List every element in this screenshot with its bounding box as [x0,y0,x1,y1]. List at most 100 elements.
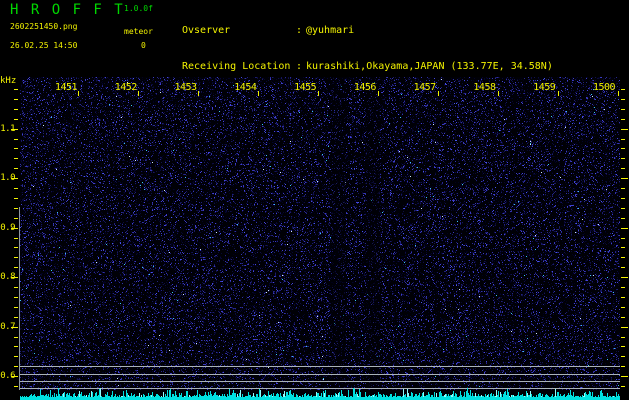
axis-tick-mark [14,356,18,357]
app-title: H R O F F T [10,2,125,18]
axis-tick-mark [621,89,625,90]
axis-tick-mark [14,386,18,387]
axis-tick-mark [621,178,628,179]
axis-tick-mark [11,178,18,179]
axis-tick-mark [621,188,625,189]
axis-tick-mark [14,139,18,140]
info-separator: : [296,61,303,72]
info-separator: : [296,25,303,36]
axis-tick-mark [14,307,18,308]
axis-tick-mark [198,91,199,96]
observation-datetime: 26.02.25 14:50 [10,41,78,50]
axis-tick-mark [14,247,18,248]
axis-tick-mark [621,346,625,347]
axis-tick-mark [14,238,18,239]
axis-tick-mark [14,109,18,110]
axis-tick-mark [78,91,79,96]
x-tick-label: 1456 [353,82,377,93]
axis-tick-mark [558,91,559,96]
axis-tick-mark [14,337,18,338]
x-tick-label: 1454 [234,82,257,93]
axis-tick-mark [14,208,18,209]
x-tick-label: 1457 [413,82,437,93]
axis-tick-mark [14,119,18,120]
axis-tick-mark [621,109,625,110]
info-label: Receiving Location [182,61,291,72]
x-tick-label: 1455 [294,82,317,93]
axis-tick-mark [621,287,625,288]
axis-tick-mark [621,139,625,140]
axis-tick-mark [621,366,625,367]
axis-tick-mark [378,91,379,96]
axis-tick-mark [11,327,18,328]
axis-tick-mark [621,356,625,357]
axis-tick-mark [621,297,625,298]
axis-tick-mark [621,119,625,120]
app-version: 1.0.0f [124,4,153,13]
x-tick-label: 1458 [473,82,496,93]
left-edge-marker-line [19,207,20,390]
axis-tick-mark [621,99,625,100]
x-tick-label: 1500 [592,82,616,93]
meteor-count-label: meteor [124,27,153,36]
axis-tick-mark [14,267,18,268]
x-tick-label: 1451 [54,82,78,93]
axis-tick-mark [14,317,18,318]
axis-tick-mark [621,228,628,229]
axis-tick-mark [621,168,625,169]
axis-tick-mark [621,317,625,318]
axis-tick-mark [621,238,625,239]
axis-tick-mark [621,247,625,248]
axis-tick-mark [318,91,319,96]
axis-tick-mark [621,376,628,377]
axis-tick-mark [14,188,18,189]
axis-tick-mark [621,337,625,338]
meteor-count-value: 0 [141,41,146,50]
axis-tick-mark [621,129,628,130]
axis-tick-mark [138,91,139,96]
info-value: kurashiki,Okayama,JAPAN (133.77E, 34.58N… [306,61,553,72]
spectrogram-canvas [20,77,620,400]
axis-tick-mark [11,129,18,130]
axis-tick-mark [14,346,18,347]
x-tick-label: 1459 [533,82,556,93]
axis-tick-mark [14,218,18,219]
info-row-observer: Ovserver: @yuhmari [182,25,553,37]
x-tick-label: 1453 [174,82,198,93]
axis-tick-mark [621,158,625,159]
info-label: Ovserver [182,25,231,36]
axis-tick-mark [14,148,18,149]
axis-tick-mark [621,198,625,199]
axis-tick-mark [11,228,18,229]
axis-tick-mark [14,99,18,100]
info-value: @yuhmari [306,25,355,36]
output-filename: 2602251450.png [10,22,78,31]
axis-tick-mark [621,267,625,268]
axis-tick-mark [618,91,619,96]
axis-tick-mark [258,91,259,96]
axis-tick-mark [621,148,625,149]
axis-tick-mark [14,198,18,199]
axis-tick-mark [14,366,18,367]
axis-tick-mark [11,277,18,278]
axis-tick-mark [621,307,625,308]
y-axis-unit-label: kHz [0,76,17,86]
axis-tick-mark [14,158,18,159]
axis-tick-mark [14,297,18,298]
axis-tick-mark [498,91,499,96]
axis-tick-mark [11,376,18,377]
axis-tick-mark [438,91,439,96]
axis-tick-mark [14,287,18,288]
hrofft-window: H R O F F T 1.0.0f 2602251450.png meteor… [0,0,629,400]
axis-tick-mark [621,386,625,387]
axis-tick-mark [621,277,628,278]
axis-tick-mark [621,327,628,328]
axis-tick-mark [621,218,625,219]
axis-tick-mark [14,257,18,258]
info-row-location: Receiving Location: kurashiki,Okayama,JAP… [182,61,553,73]
x-tick-label: 1452 [114,82,138,93]
axis-tick-mark [621,208,625,209]
axis-tick-mark [14,89,18,90]
axis-tick-mark [14,168,18,169]
axis-tick-mark [621,257,625,258]
